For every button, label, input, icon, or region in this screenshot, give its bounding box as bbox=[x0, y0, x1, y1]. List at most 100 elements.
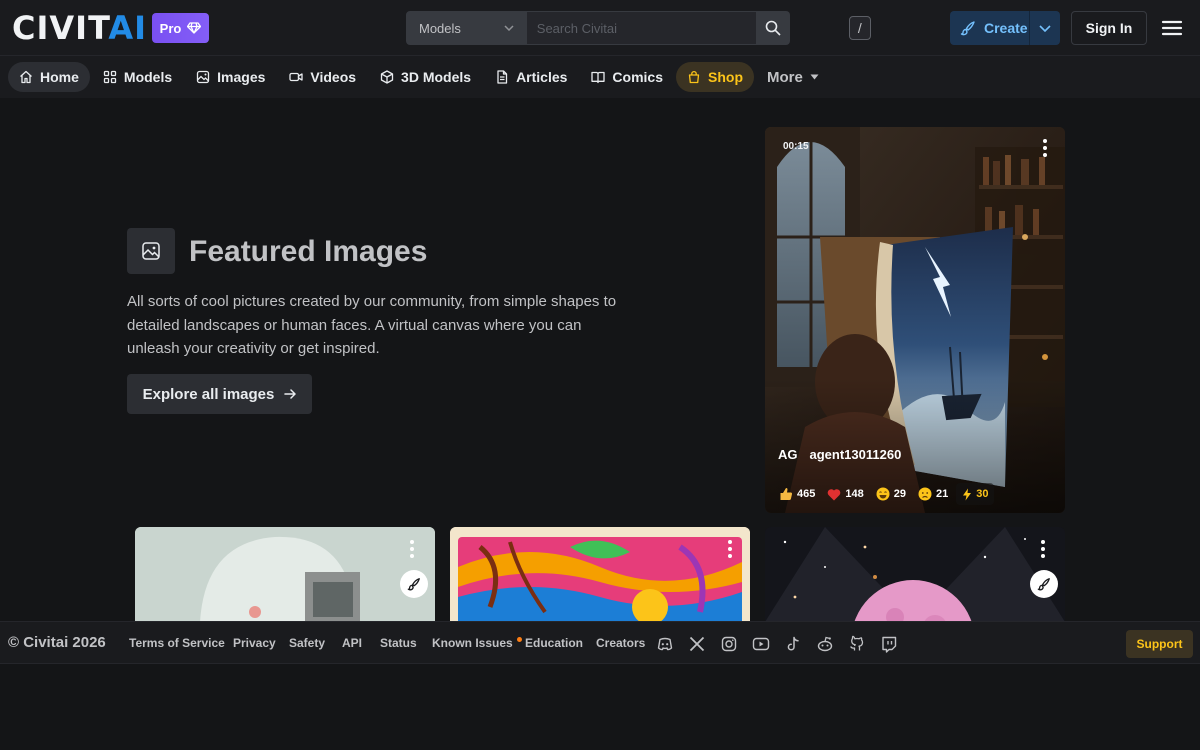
footer-link-status[interactable]: Status bbox=[380, 636, 417, 650]
logo-text-civit: CIVIT bbox=[12, 9, 109, 47]
video-duration: 00:15 bbox=[783, 141, 809, 152]
nav-item-label: Home bbox=[40, 69, 79, 85]
search-category-select[interactable]: Models bbox=[406, 11, 527, 45]
nav-item-comics[interactable]: Comics bbox=[580, 62, 674, 92]
image-icon bbox=[196, 70, 210, 84]
search-input[interactable] bbox=[526, 11, 757, 45]
file-icon bbox=[497, 70, 508, 84]
tiktok-icon[interactable] bbox=[784, 635, 802, 653]
reaction-like[interactable]: 465 bbox=[775, 483, 819, 505]
nav-item-images[interactable]: Images bbox=[185, 62, 276, 92]
home-icon bbox=[20, 70, 32, 84]
arrow-right-icon bbox=[284, 389, 297, 399]
nav-item-label: 3D Models bbox=[401, 69, 472, 85]
search-category-value: Models bbox=[419, 20, 461, 36]
nav-item-3d-models[interactable]: 3D Models bbox=[369, 62, 482, 92]
reaction-count: 30 bbox=[976, 488, 989, 500]
create-main-button[interactable]: Create bbox=[950, 11, 1030, 45]
footer-link-education[interactable]: Education bbox=[525, 636, 583, 650]
reaction-count: 465 bbox=[797, 488, 816, 500]
author-avatar: AG bbox=[778, 447, 798, 462]
card-options-button[interactable] bbox=[720, 537, 740, 561]
thumbs-up-icon bbox=[780, 488, 793, 500]
nav-item-home[interactable]: Home bbox=[8, 62, 90, 92]
reaction-laugh[interactable]: 29 bbox=[872, 483, 910, 505]
pro-badge-button[interactable]: Pro bbox=[152, 13, 209, 43]
nav-item-videos[interactable]: Videos bbox=[278, 62, 367, 92]
create-dropdown-toggle[interactable] bbox=[1030, 24, 1060, 32]
footer-link-privacy[interactable]: Privacy bbox=[233, 636, 276, 650]
image-card[interactable] bbox=[450, 527, 750, 622]
chevron-down-icon bbox=[1039, 24, 1051, 32]
reaction-heart[interactable]: 148 bbox=[823, 483, 867, 505]
page-bottom-area bbox=[0, 665, 1200, 750]
nav-more-dropdown[interactable]: More bbox=[756, 62, 830, 92]
menu-icon[interactable] bbox=[1160, 16, 1184, 40]
reaction-bar: 465 148 29 21 30 bbox=[775, 483, 995, 505]
search-button[interactable] bbox=[756, 11, 790, 45]
youtube-icon[interactable] bbox=[752, 635, 770, 653]
reddit-icon[interactable] bbox=[816, 635, 834, 653]
nav-item-label: Models bbox=[123, 69, 173, 85]
cube-icon bbox=[380, 70, 394, 84]
card-image-moon bbox=[765, 527, 1065, 622]
nav-item-label: Articles bbox=[516, 69, 568, 85]
brush-icon bbox=[407, 578, 420, 591]
laughing-face-icon bbox=[876, 487, 890, 501]
nav-item-label: Videos bbox=[310, 69, 357, 85]
card-image-helmet bbox=[135, 527, 435, 622]
copyright: © Civitai 2026 bbox=[8, 634, 106, 651]
diamond-icon bbox=[187, 22, 202, 34]
discord-icon[interactable] bbox=[656, 635, 674, 653]
image-card[interactable] bbox=[135, 527, 435, 622]
civitai-logo[interactable]: CIVITAI bbox=[12, 12, 147, 44]
search-bar: Models / bbox=[406, 11, 871, 45]
card-image-psychedelic bbox=[450, 527, 750, 622]
featured-image-card[interactable]: 00:15 AG agent13011260 465 148 29 21 30 bbox=[765, 127, 1065, 513]
reaction-count: 148 bbox=[845, 488, 864, 500]
card-options-button[interactable] bbox=[1035, 136, 1055, 160]
footer-link-known-issues[interactable]: Known Issues bbox=[432, 636, 522, 650]
nav-item-label: Images bbox=[217, 69, 266, 85]
nav-item-models[interactable]: Models bbox=[92, 62, 183, 92]
reaction-cry[interactable]: 21 bbox=[914, 483, 952, 505]
x-twitter-icon[interactable] bbox=[688, 635, 706, 653]
brush-icon bbox=[1037, 578, 1050, 591]
sign-in-button[interactable]: Sign In bbox=[1071, 11, 1147, 45]
card-options-button[interactable] bbox=[1033, 537, 1053, 561]
nav-item-label: Comics bbox=[612, 69, 663, 85]
brush-icon bbox=[960, 21, 975, 36]
card-options-button[interactable] bbox=[402, 537, 422, 561]
nav-item-articles[interactable]: Articles bbox=[484, 62, 578, 92]
author-name: agent13011260 bbox=[809, 447, 902, 462]
reaction-count: 29 bbox=[893, 488, 906, 500]
image-card[interactable] bbox=[765, 527, 1065, 622]
caret-down-icon bbox=[810, 74, 819, 80]
twitch-icon[interactable] bbox=[880, 635, 898, 653]
known-issues-label: Known Issues bbox=[432, 636, 513, 650]
github-icon[interactable] bbox=[848, 635, 866, 653]
footer-link-terms[interactable]: Terms of Service bbox=[129, 636, 225, 650]
heart-icon bbox=[828, 488, 841, 500]
crying-face-icon bbox=[918, 487, 932, 501]
grid-icon bbox=[103, 70, 117, 84]
footer-link-creators[interactable]: Creators bbox=[596, 636, 645, 650]
nav-item-shop[interactable]: Shop bbox=[676, 62, 754, 92]
instagram-icon[interactable] bbox=[720, 635, 738, 653]
nav-item-label: Shop bbox=[708, 69, 743, 85]
explore-all-images-button[interactable]: Explore all images bbox=[127, 374, 312, 414]
footer: © Civitai 2026 Terms of Service Privacy … bbox=[0, 621, 1200, 664]
image-icon bbox=[142, 242, 160, 260]
support-button[interactable]: Support bbox=[1126, 630, 1193, 658]
create-button[interactable]: Create bbox=[950, 11, 1060, 45]
support-label: Support bbox=[1136, 637, 1183, 651]
reaction-buzz[interactable]: 30 bbox=[956, 483, 995, 505]
card-author[interactable]: AG agent13011260 bbox=[778, 447, 901, 462]
footer-link-safety[interactable]: Safety bbox=[289, 636, 325, 650]
footer-link-api[interactable]: API bbox=[342, 636, 362, 650]
remix-button[interactable] bbox=[400, 570, 428, 598]
pro-label: Pro bbox=[159, 20, 182, 36]
remix-button[interactable] bbox=[1030, 570, 1058, 598]
search-icon bbox=[766, 20, 781, 36]
header: CIVITAI Pro Models / Create Sign In bbox=[0, 0, 1200, 56]
